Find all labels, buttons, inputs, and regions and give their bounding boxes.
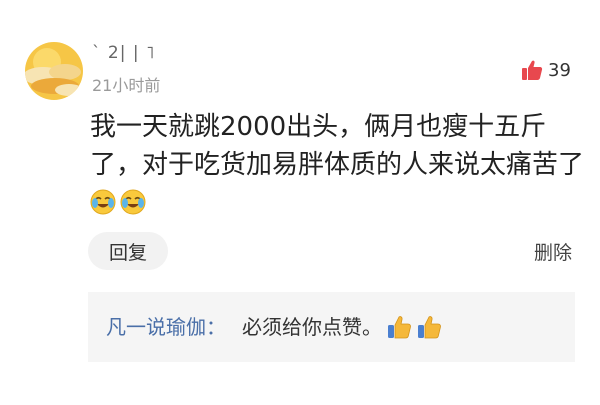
like-button[interactable]: 39 [521,58,571,82]
comment-text: 我一天就跳2000出头，俩月也瘦十五斤了，对于吃货加易胖体质的人来说太痛苦了 [90,112,585,180]
cry-laugh-emoji-icon [120,189,146,215]
thumbs-up-emoji-icon [416,314,442,340]
avatar[interactable] [25,42,83,100]
reply-author[interactable]: 凡一说瑜伽： [106,312,226,342]
reply-text: 必须给你点赞。 [242,315,382,339]
comment-body: 我一天就跳2000出头，俩月也瘦十五斤了，对于吃货加易胖体质的人来说太痛苦了 [90,108,590,222]
thumbs-up-emoji-icon [386,314,412,340]
timestamp: 21小时前 [92,76,161,95]
like-count: 39 [548,59,571,81]
reply-box: 凡一说瑜伽： 必须给你点赞。 [88,292,575,362]
comment-item: ` 2| | ˥ 21小时前 39 我一天就跳2000出头，俩月也瘦十五斤了，对… [0,0,600,405]
username[interactable]: ` 2| | ˥ [92,43,155,63]
delete-button[interactable]: 删除 [534,238,572,265]
thumbs-up-icon [521,59,543,81]
reply-button[interactable]: 回复 [88,232,168,270]
cry-laugh-emoji-icon [90,189,116,215]
reply-item: 凡一说瑜伽： 必须给你点赞。 [106,312,442,342]
